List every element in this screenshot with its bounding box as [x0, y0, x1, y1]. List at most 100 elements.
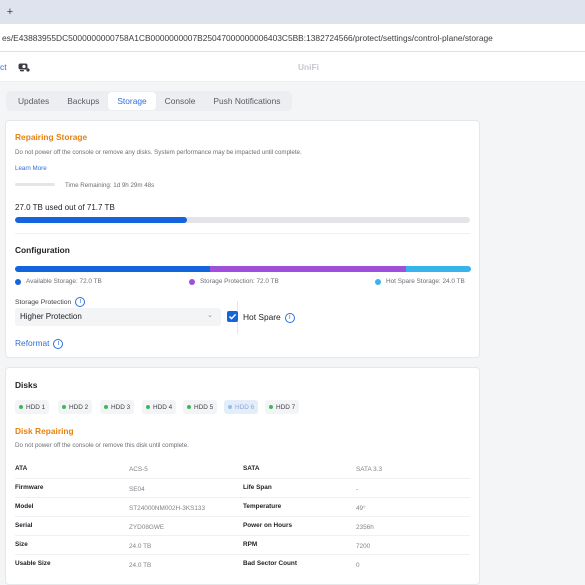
configuration-title: Configuration [15, 245, 70, 255]
storage-protection-value: Higher Protection [20, 312, 82, 321]
disk-chip-hdd-4[interactable]: HDD 4 [142, 400, 177, 414]
row-divider [15, 535, 470, 536]
detail-label: Model [15, 503, 34, 510]
repair-progress-bar [15, 183, 55, 186]
storage-protection-label-text: Storage Protection [15, 298, 72, 306]
repair-warning-text: Do not power off the console or remove a… [15, 149, 302, 156]
legend-dot [189, 278, 195, 285]
storage-card: Repairing Storage Do not power off the c… [5, 120, 480, 358]
legend-label: Available Storage: 72.0 TB [26, 278, 102, 285]
reformat-label: Reformat [15, 338, 50, 348]
detail-value: SATA 3.3 [356, 466, 383, 473]
info-icon[interactable]: i [53, 338, 64, 349]
detail-value: SE04 [129, 486, 145, 493]
detail-value: 7200 [356, 543, 371, 550]
detail-label: RPM [243, 541, 258, 548]
hot-spare-checkbox[interactable] [227, 311, 238, 322]
status-dot [104, 405, 108, 409]
status-dot [19, 405, 23, 409]
storage-protection-label: Storage Protection i [15, 297, 86, 307]
legend-label: Storage Protection: 72.0 TB [200, 278, 279, 285]
disk-chip-label: HDD 2 [69, 403, 89, 411]
status-dot [187, 405, 191, 409]
disk-repairing-title: Disk Repairing [15, 426, 74, 436]
legend-available-storage: Available Storage: 72.0 TB [15, 278, 102, 285]
camera-icon[interactable] [18, 62, 30, 72]
detail-value: ZYD08GWE [129, 524, 165, 531]
legend-dot [15, 278, 21, 285]
detail-value: ST24000NM002H-3KS133 [129, 505, 206, 512]
disks-title: Disks [15, 380, 38, 390]
new-tab-button[interactable]: + [3, 6, 17, 18]
detail-label: Size [15, 541, 28, 548]
disk-chip-label: HDD 6 [235, 403, 255, 411]
legend-hot-spare: Hot Spare Storage: 24.0 TB [375, 278, 465, 285]
status-dot [62, 405, 66, 409]
disk-chip-hdd-5[interactable]: HDD 5 [183, 400, 218, 414]
reformat-link[interactable]: Reformat i [15, 338, 64, 349]
detail-value: 24.0 TB [129, 562, 152, 569]
usage-text: 27.0 TB used out of 71.7 TB [15, 203, 115, 212]
disk-chip-hdd-1[interactable]: HDD 1 [15, 400, 50, 414]
tab-updates[interactable]: Updates [9, 92, 58, 110]
legend-dot [375, 278, 381, 285]
disk-chip-hdd-6[interactable]: HDD 6 [224, 400, 259, 414]
disk-chip-label: HDD 3 [111, 403, 131, 411]
detail-value: 49° [356, 505, 366, 512]
storage-protection-select[interactable]: Higher Protection ⌄ [15, 308, 221, 326]
tab-storage[interactable]: Storage [108, 92, 156, 110]
row-divider [15, 478, 470, 479]
tab-backups[interactable]: Backups [58, 92, 108, 110]
learn-more-link[interactable]: Learn More [15, 165, 47, 172]
address-bar[interactable]: es/E43883955DC5000000000758A1CB000000000… [0, 24, 585, 52]
detail-label: Temperature [243, 503, 282, 510]
disk-chip-label: HDD 7 [276, 403, 296, 411]
browser-tab-strip: + [0, 0, 585, 24]
hot-spare-segment [405, 266, 471, 272]
url-text[interactable]: es/E43883955DC5000000000758A1CB000000000… [2, 33, 493, 43]
detail-value: ACS-5 [129, 466, 148, 473]
unifi-logo: UniFi [298, 62, 319, 72]
usage-bar [15, 217, 470, 223]
divider [15, 233, 470, 234]
legend-label: Hot Spare Storage: 24.0 TB [386, 278, 465, 285]
detail-label: ATA [15, 465, 28, 472]
detail-value: 0 [356, 562, 360, 569]
chevron-down-icon: ⌄ [207, 312, 213, 319]
tab-push-notifications[interactable]: Push Notifications [204, 92, 289, 110]
app-header: ct UniFi [0, 52, 585, 82]
hot-spare-label: Hot Spare i [243, 312, 295, 323]
settings-tabs: Updates Backups Storage Console Push Not… [6, 91, 293, 111]
disk-repairing-warning: Do not power off the console or remove t… [15, 442, 189, 449]
detail-label: Power on Hours [243, 522, 293, 529]
configuration-bar [15, 266, 471, 272]
checkmark-icon [228, 313, 237, 320]
storage-protection-segment [210, 266, 406, 272]
protect-breadcrumb[interactable]: ct [0, 62, 7, 72]
disk-chip-label: HDD 4 [153, 403, 173, 411]
disk-chip-hdd-7[interactable]: HDD 7 [265, 400, 300, 414]
tab-console[interactable]: Console [156, 92, 205, 110]
disks-card: Disks HDD 1 HDD 2 HDD 3 HDD 4 HDD 5 HDD … [5, 367, 480, 585]
detail-value: 2356h [356, 524, 374, 531]
disk-chip-hdd-3[interactable]: HDD 3 [100, 400, 135, 414]
detail-label: Bad Sector Count [243, 560, 297, 567]
detail-label: Firmware [15, 484, 44, 491]
disk-chip-label: HDD 1 [26, 403, 46, 411]
detail-label: Life Span [243, 484, 272, 491]
hot-spare-label-text: Hot Spare [243, 312, 281, 322]
row-divider [15, 497, 470, 498]
repairing-storage-title: Repairing Storage [15, 132, 88, 142]
detail-label: SATA [243, 465, 260, 472]
status-dot [228, 405, 232, 409]
row-divider [15, 554, 470, 555]
available-storage-segment [15, 266, 211, 272]
disk-chip-label: HDD 5 [194, 403, 214, 411]
disk-chip-hdd-2[interactable]: HDD 2 [58, 400, 93, 414]
legend-storage-protection: Storage Protection: 72.0 TB [189, 278, 279, 285]
info-icon[interactable]: i [75, 297, 86, 307]
detail-label: Serial [15, 522, 33, 529]
info-icon[interactable]: i [284, 312, 295, 323]
detail-value: 24.0 TB [129, 543, 152, 550]
row-divider [15, 516, 470, 517]
